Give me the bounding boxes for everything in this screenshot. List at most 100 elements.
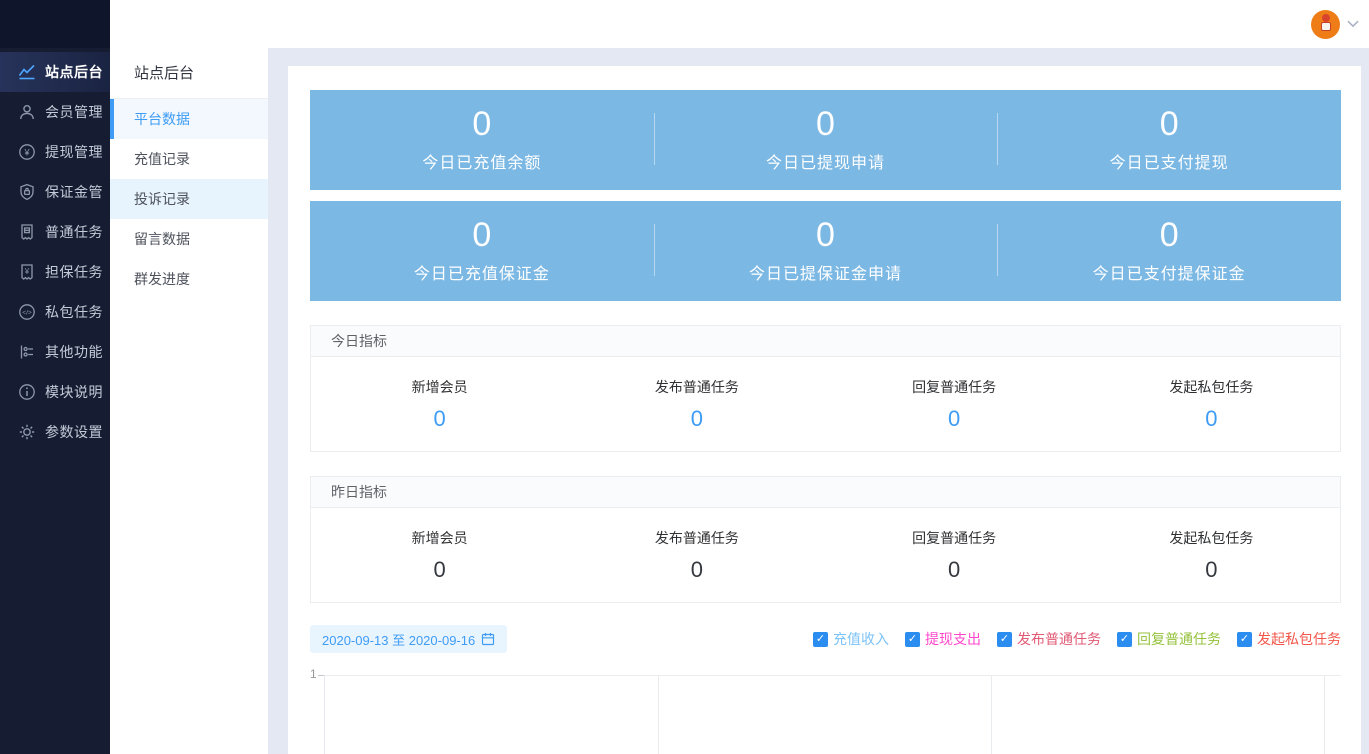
sidebar-item-site-admin[interactable]: 站点后台 — [0, 52, 110, 92]
sidebar-item-guarantee-tasks[interactable]: ¥ 担保任务 — [0, 252, 110, 292]
avatar-mascot — [1322, 14, 1330, 22]
legend-item-start-private-task[interactable]: ✓ 发起私包任务 — [1237, 629, 1341, 649]
legend-item-publish-normal-task[interactable]: ✓ 发布普通任务 — [997, 629, 1101, 649]
calendar-icon — [481, 632, 495, 646]
chart-legend: ✓ 充值收入 ✓ 提现支出 ✓ 发布普通任务 ✓ 回复普通任务 ✓ 发起私包任务 — [813, 629, 1341, 649]
metric-value: 0 — [1083, 406, 1340, 432]
user-icon — [17, 103, 36, 122]
y-axis-tick-label: 1 — [310, 668, 317, 680]
legend-label: 发起私包任务 — [1257, 629, 1341, 649]
submenu-item-message-data[interactable]: 留言数据 — [110, 219, 268, 259]
sidebar-item-label: 保证金管 — [45, 182, 103, 202]
stat-value: 0 — [1160, 218, 1179, 254]
line-chart-icon — [17, 63, 36, 82]
sidebar-item-settings[interactable]: 参数设置 — [0, 412, 110, 452]
ticket-icon — [17, 223, 36, 242]
stat-label: 今日已提现申请 — [766, 149, 885, 173]
metric-value: 0 — [568, 406, 825, 432]
metric-label: 发布普通任务 — [568, 528, 825, 548]
panel-yesterday-metrics: 昨日指标 新增会员 0 发布普通任务 0 回复普通任务 0 发起私包任务 0 — [310, 476, 1341, 603]
stat-label: 今日已支付提现 — [1110, 149, 1229, 173]
legend-label: 回复普通任务 — [1137, 629, 1221, 649]
checkbox-checked-icon[interactable]: ✓ — [997, 632, 1012, 647]
sidebar-item-label: 提现管理 — [45, 142, 103, 162]
submenu-item-broadcast-progress[interactable]: 群发进度 — [110, 259, 268, 299]
metric: 回复普通任务 0 — [826, 377, 1083, 432]
sidebar-item-deposit[interactable]: 保证金管 — [0, 172, 110, 212]
info-circle-icon — [17, 383, 36, 402]
sidebar-item-label: 私包任务 — [45, 302, 103, 322]
metric-label: 回复普通任务 — [826, 528, 1083, 548]
sidebar-item-members[interactable]: 会员管理 — [0, 92, 110, 132]
metric-label: 新增会员 — [311, 528, 568, 548]
metric-label: 发起私包任务 — [1083, 528, 1340, 548]
stat-value: 0 — [1160, 107, 1179, 143]
chevron-down-icon[interactable] — [1347, 20, 1359, 28]
sidebar-item-label: 其他功能 — [45, 342, 103, 362]
metric-value: 0 — [311, 557, 568, 583]
sidebar-item-label: 模块说明 — [45, 382, 103, 402]
sidebar-item-module-help[interactable]: 模块说明 — [0, 372, 110, 412]
metric-label: 发布普通任务 — [568, 377, 825, 397]
primary-sidebar: 站点后台 会员管理 ¥ 提现管理 保证金管 — [0, 0, 110, 754]
sidebar-item-private-tasks[interactable]: </> 私包任务 — [0, 292, 110, 332]
sidebar-item-label: 普通任务 — [45, 222, 103, 242]
checkbox-checked-icon[interactable]: ✓ — [813, 632, 828, 647]
checkbox-checked-icon[interactable]: ✓ — [1117, 632, 1132, 647]
list-settings-icon — [17, 343, 36, 362]
sidebar-item-other-functions[interactable]: 其他功能 — [0, 332, 110, 372]
yuan-circle-icon: ¥ — [17, 143, 36, 162]
panel-title: 今日指标 — [311, 326, 1340, 357]
submenu-item-platform-data[interactable]: 平台数据 — [110, 99, 268, 139]
metric-label: 发起私包任务 — [1083, 377, 1340, 397]
sidebar-item-withdrawals[interactable]: ¥ 提现管理 — [0, 132, 110, 172]
metric-label: 新增会员 — [311, 377, 568, 397]
metric-value: 0 — [311, 406, 568, 432]
date-range-picker[interactable]: 2020-09-13 至 2020-09-16 — [310, 625, 507, 653]
panel-today-metrics: 今日指标 新增会员 0 发布普通任务 0 回复普通任务 0 发起私包任务 0 — [310, 325, 1341, 452]
stat-value: 0 — [816, 107, 835, 143]
stat-label: 今日已充值保证金 — [414, 260, 550, 284]
checkbox-checked-icon[interactable]: ✓ — [905, 632, 920, 647]
metric-value: 0 — [826, 557, 1083, 583]
date-range-text: 2020-09-13 至 2020-09-16 — [322, 630, 475, 649]
code-circle-icon: </> — [17, 303, 36, 322]
legend-item-recharge-income[interactable]: ✓ 充值收入 — [813, 629, 889, 649]
shield-lock-icon — [17, 183, 36, 202]
gear-icon — [17, 423, 36, 442]
stat-value: 0 — [472, 107, 491, 143]
banner-divider — [997, 113, 998, 165]
submenu-title: 站点后台 — [110, 48, 268, 99]
user-avatar[interactable] — [1311, 10, 1340, 39]
gridline-vertical — [658, 675, 659, 754]
metric: 新增会员 0 — [311, 528, 568, 583]
metric: 发布普通任务 0 — [568, 377, 825, 432]
stat-label: 今日已充值余额 — [422, 149, 541, 173]
primary-nav: 站点后台 会员管理 ¥ 提现管理 保证金管 — [0, 48, 110, 452]
trend-chart: 1 — [310, 666, 1341, 754]
gridline-vertical — [991, 675, 992, 754]
submenu-item-recharge-records[interactable]: 充值记录 — [110, 139, 268, 179]
stat-label: 今日已提保证金申请 — [749, 260, 902, 284]
metric: 新增会员 0 — [311, 377, 568, 432]
metric-label: 回复普通任务 — [826, 377, 1083, 397]
sidebar-item-normal-tasks[interactable]: 普通任务 — [0, 212, 110, 252]
legend-label: 提现支出 — [925, 629, 981, 649]
checkbox-checked-icon[interactable]: ✓ — [1237, 632, 1252, 647]
main-content: 0 今日已充值余额 0 今日已提现申请 0 今日已支付提现 0 今日已充值保证金… — [288, 66, 1361, 754]
metric-value: 0 — [1083, 557, 1340, 583]
stat-label: 今日已支付提保证金 — [1093, 260, 1246, 284]
legend-item-withdraw-expense[interactable]: ✓ 提现支出 — [905, 629, 981, 649]
sidebar-item-label: 参数设置 — [45, 422, 103, 442]
sidebar-item-label: 担保任务 — [45, 262, 103, 282]
submenu-item-complaint-records[interactable]: 投诉记录 — [110, 179, 268, 219]
legend-item-reply-normal-task[interactable]: ✓ 回复普通任务 — [1117, 629, 1221, 649]
banner-divider — [654, 113, 655, 165]
stats-banner-today-deposits: 0 今日已充值保证金 0 今日已提保证金申请 0 今日已支付提保证金 — [310, 201, 1341, 301]
legend-label: 充值收入 — [833, 629, 889, 649]
ticket-yuan-icon: ¥ — [17, 263, 36, 282]
stat-tile: 0 今日已提保证金申请 — [654, 201, 998, 301]
top-header — [110, 0, 1369, 48]
banner-divider — [997, 224, 998, 276]
banner-divider — [654, 224, 655, 276]
